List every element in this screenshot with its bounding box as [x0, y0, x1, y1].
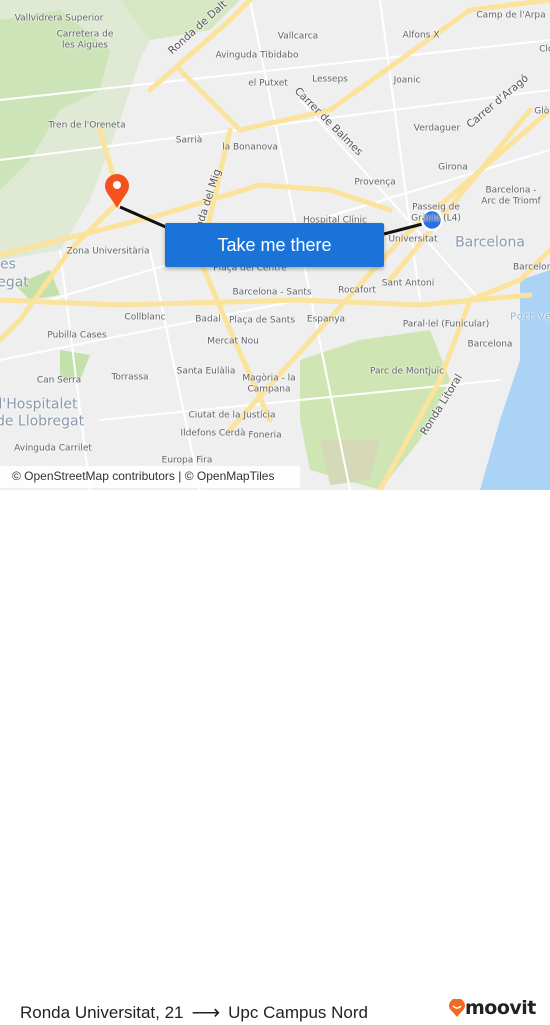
map-label: Barcelona [455, 234, 525, 251]
map-label: Badal [195, 314, 221, 325]
map-label: Barcelona - [485, 185, 537, 196]
footer-bar: Ronda Universitat, 21 ⟶ Upc Campus Nord … [0, 490, 550, 1024]
map-label: Provença [354, 177, 396, 188]
map-label: Avinguda Carrilet [14, 443, 92, 454]
map-label: Glòries [534, 106, 550, 117]
map-label: les Aigues [62, 40, 108, 51]
map-label: Barcelona [467, 339, 513, 350]
map-label: Camp de l'Arpa [476, 10, 546, 21]
map-label: Espanya [306, 314, 346, 325]
map-label: Paral·lel (Funicular) [402, 319, 490, 330]
route-summary: Ronda Universitat, 21 ⟶ Upc Campus Nord [20, 1000, 368, 1025]
map-label: el Putxet [248, 78, 288, 89]
map-label: Tren de l'Oreneta [48, 120, 126, 131]
map-label: l'Hospitalet [0, 396, 78, 413]
arrow-right-icon: ⟶ [191, 1002, 221, 1024]
map-label: Clot [539, 44, 550, 55]
map-label: Sarrià [175, 135, 203, 146]
moovit-logo: moovit [449, 997, 536, 1019]
map-label: Lesseps [312, 74, 348, 85]
map-label: Ildefons Cerdà [180, 428, 246, 439]
map-label: Torrassa [111, 372, 149, 383]
map-label: Collblanc [124, 312, 166, 323]
map-label: Magòria - la [242, 373, 296, 384]
map-label: Port Vell [510, 311, 550, 323]
moovit-wordmark: moovit [465, 997, 536, 1019]
destination-pin-icon [105, 174, 129, 208]
map-label: Barceloneta [513, 262, 550, 273]
map-label: Joanic [393, 75, 421, 86]
moovit-pin-icon [449, 999, 465, 1017]
map-label: la Bonanova [222, 142, 278, 153]
map[interactable]: Vallvidrera Superior Carretera de les Ai… [0, 0, 550, 490]
map-label: Universitat [388, 234, 438, 245]
map-label: Santa Eulàlia [176, 366, 236, 377]
map-label: Plaça de Sants [228, 315, 296, 326]
map-label: Rocafort [338, 285, 376, 296]
map-label: Vallcarca [277, 31, 319, 42]
map-label: Campana [247, 384, 291, 395]
map-label: Verdaguer [413, 123, 461, 134]
map-label: Europa Fira [161, 455, 213, 466]
map-label: es [0, 256, 16, 273]
map-label: Mercat Nou [207, 336, 259, 347]
map-label: Gràcia (L4) [411, 213, 461, 224]
map-label: Passeig de [412, 202, 460, 213]
map-label: Foneria [248, 430, 282, 441]
destination-name: Upc Campus Nord [228, 1002, 368, 1022]
map-attribution[interactable]: © OpenStreetMap contributors | © OpenMap… [0, 466, 300, 488]
map-label: Ciutat de la Justícia [188, 410, 276, 421]
map-label: Arc de Triomf [481, 196, 541, 207]
map-label: Zona Universitària [66, 246, 150, 257]
map-label: Barcelona - Sants [232, 287, 312, 298]
map-label: Sant Antoni [381, 278, 435, 289]
map-label: egat [0, 274, 29, 291]
map-label: Parc de Montjuïc [369, 366, 445, 377]
map-label: Pubilla Cases [47, 330, 107, 341]
map-label: Carretera de [56, 29, 114, 40]
map-label: Vallvidrera Superior [14, 13, 104, 24]
origin-name: Ronda Universitat, 21 [20, 1002, 184, 1022]
map-label: Alfons X [402, 30, 440, 41]
take-me-there-button[interactable]: Take me there [165, 223, 384, 267]
map-label: de Llobregat [0, 413, 85, 430]
map-label: Avinguda Tibidabo [215, 50, 299, 61]
map-label: Girona [438, 162, 468, 173]
map-label: Can Serra [36, 375, 82, 386]
